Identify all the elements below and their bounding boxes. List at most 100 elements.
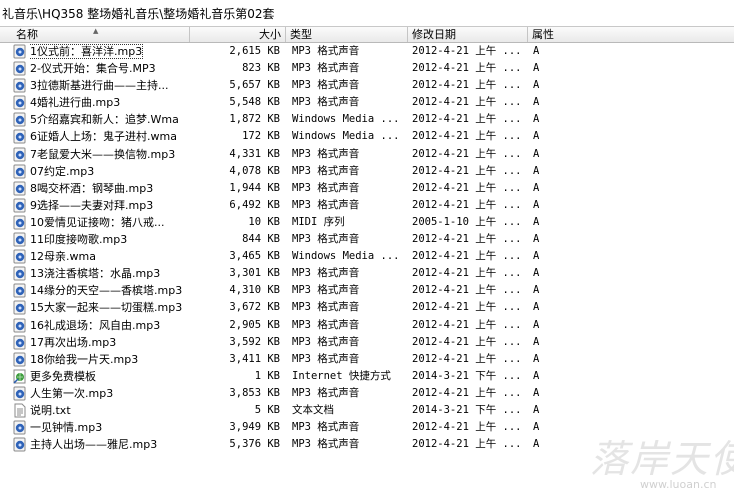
file-type-text: Internet 快捷方式 [292, 369, 391, 382]
file-row[interactable]: 10爱情见证接吻：猪八戒... 10 KB MIDI 序列 2005-1-10 上午 … [0, 214, 734, 231]
file-attr-text: A [533, 386, 540, 399]
file-type-text: MP3 格式声音 [292, 301, 360, 314]
file-type: MP3 格式声音 [292, 180, 404, 197]
file-row[interactable]: 07约定.mp3 4,078 KB MP3 格式声音 2012-4-21 上午 ...… [0, 163, 734, 180]
file-type: MP3 格式声音 [292, 351, 404, 368]
file-date-text: 2012-4-21 上午 ... [412, 62, 522, 75]
file-row[interactable]: 6证婚人上场：鬼子进村.wma 172 KB Windows Media ... 20… [0, 128, 734, 145]
audio-file-icon [13, 334, 29, 351]
file-size: 5,548 KB [190, 94, 280, 111]
file-size: 3,949 KB [190, 419, 280, 436]
file-attr: A [533, 60, 563, 77]
file-attr: A [533, 197, 563, 214]
file-row[interactable]: 4婚礼进行曲.mp3 5,548 KB MP3 格式声音 2012-4-21 上午 .… [0, 94, 734, 111]
file-date-text: 2014-3-21 下午 ... [412, 403, 522, 416]
file-row[interactable]: 人生第一次.mp3 3,853 KB MP3 格式声音 2012-4-21 上午 ..… [0, 385, 734, 402]
file-row[interactable]: 9选择——夫妻对拜.mp3 6,492 KB MP3 格式声音 2012-4-21 上… [0, 197, 734, 214]
file-date-text: 2012-4-21 上午 ... [412, 130, 522, 143]
watermark-text: 落岸天使 [590, 437, 734, 481]
file-size-text: 1,944 KB [229, 181, 280, 194]
file-size-text: 3,672 KB [229, 301, 280, 314]
file-row[interactable]: 8喝交杯酒：钢琴曲.mp3 1,944 KB MP3 格式声音 2012-4-21 上… [0, 180, 734, 197]
file-attr: A [533, 385, 563, 402]
file-size-text: 5,657 KB [229, 79, 280, 92]
audio-file-icon [13, 351, 29, 368]
file-date: 2012-4-21 上午 ... [412, 146, 524, 163]
audio-file-icon [13, 146, 29, 163]
column-date-header[interactable]: 修改日期 [408, 27, 528, 42]
file-row[interactable]: 18你给我一片天.mp3 3,411 KB MP3 格式声音 2012-4-21 上午… [0, 351, 734, 368]
file-attr-text: A [533, 130, 540, 143]
file-type: MP3 格式声音 [292, 436, 404, 453]
file-row[interactable]: 说明.txt 5 KB 文本文档 2014-3-21 下午 ... A [0, 402, 734, 419]
file-attr-text: A [533, 164, 540, 177]
file-row[interactable]: 13浇注香槟塔：水晶.mp3 3,301 KB MP3 格式声音 2012-4-21 … [0, 265, 734, 282]
file-row[interactable]: 12母亲.wma 3,465 KB Windows Media ... 2012-4-… [0, 248, 734, 265]
file-row[interactable]: 14缘分的天空——香槟塔.mp3 4,310 KB MP3 格式声音 2012-4-2… [0, 282, 734, 299]
column-attr-header[interactable]: 属性 [528, 27, 734, 42]
audio-file-icon [13, 248, 29, 265]
internet-shortcut-icon [13, 368, 29, 385]
file-attr-text: A [533, 318, 540, 331]
file-row[interactable]: 7老鼠爱大米——换信物.mp3 4,331 KB MP3 格式声音 2012-4-21… [0, 146, 734, 163]
column-date-label: 修改日期 [412, 28, 456, 41]
file-attr-text: A [533, 198, 540, 211]
file-date: 2012-4-21 上午 ... [412, 265, 524, 282]
file-name: 18你给我一片天.mp3 [30, 351, 190, 368]
file-attr-text: A [533, 79, 540, 92]
file-type: MP3 格式声音 [292, 163, 404, 180]
file-row[interactable]: 1仪式前：喜洋洋.mp3 2,615 KB MP3 格式声音 2012-4-21 上午… [0, 43, 734, 60]
file-row[interactable]: 11印度接吻歌.mp3 844 KB MP3 格式声音 2012-4-21 上午 ..… [0, 231, 734, 248]
file-size-text: 5,376 KB [229, 438, 280, 451]
file-date: 2012-4-21 上午 ... [412, 43, 524, 60]
file-date-text: 2012-4-21 上午 ... [412, 301, 522, 314]
file-attr-text: A [533, 403, 540, 416]
file-name: 5介绍嘉宾和新人：追梦.Wma [30, 111, 190, 128]
audio-file-icon [13, 214, 29, 231]
file-attr-text: A [533, 215, 540, 228]
file-date-text: 2012-4-21 上午 ... [412, 438, 522, 451]
address-path[interactable]: 礼音乐\HQ358 整场婚礼音乐\整场婚礼音乐第02套 [0, 0, 734, 27]
file-name-text: 14缘分的天空——香槟塔.mp3 [30, 284, 183, 298]
column-name-header[interactable]: 名称 ▲ [0, 27, 190, 42]
file-row[interactable]: 更多免费模板 1 KB Internet 快捷方式 2014-3-21 下午 ... A [0, 368, 734, 385]
file-date: 2012-4-21 上午 ... [412, 299, 524, 316]
file-date: 2012-4-21 上午 ... [412, 77, 524, 94]
file-type-text: MP3 格式声音 [292, 233, 360, 246]
file-size-text: 3,411 KB [229, 352, 280, 365]
file-row[interactable]: 16礼成退场：风自由.mp3 2,905 KB MP3 格式声音 2012-4-21 … [0, 317, 734, 334]
file-type-text: 文本文档 [292, 403, 334, 416]
file-name: 16礼成退场：风自由.mp3 [30, 317, 190, 334]
file-attr: A [533, 43, 563, 60]
file-date: 2014-3-21 下午 ... [412, 368, 524, 385]
file-row[interactable]: 3拉德斯基进行曲——主持... 5,657 KB MP3 格式声音 2012-4-21… [0, 77, 734, 94]
file-attr: A [533, 402, 563, 419]
file-name: 9选择——夫妻对拜.mp3 [30, 197, 190, 214]
file-attr: A [533, 231, 563, 248]
file-name-text: 4婚礼进行曲.mp3 [30, 96, 121, 110]
audio-file-icon [13, 128, 29, 145]
file-attr: A [533, 128, 563, 145]
file-date-text: 2012-4-21 上午 ... [412, 421, 522, 434]
file-attr: A [533, 299, 563, 316]
file-row[interactable]: 15大家一起来——切蛋糕.mp3 3,672 KB MP3 格式声音 2012-4-2… [0, 299, 734, 316]
file-name: 更多免费模板 [30, 368, 190, 385]
file-date: 2012-4-21 上午 ... [412, 436, 524, 453]
file-name-text: 10爱情见证接吻：猪八戒... [30, 215, 165, 229]
file-size: 1 KB [190, 368, 280, 385]
audio-file-icon [13, 60, 29, 77]
file-attr-text: A [533, 421, 540, 434]
column-size-header[interactable]: 大小 [190, 27, 286, 42]
file-attr-text: A [533, 62, 540, 75]
file-type: MP3 格式声音 [292, 282, 404, 299]
file-size: 5,657 KB [190, 77, 280, 94]
file-type-text: MP3 格式声音 [292, 79, 360, 92]
column-type-header[interactable]: 类型 [286, 27, 408, 42]
file-row[interactable]: 2-仪式开始：集合号.MP3 823 KB MP3 格式声音 2012-4-21 上午… [0, 60, 734, 77]
file-size-text: 3,301 KB [229, 267, 280, 280]
file-row[interactable]: 17再次出场.mp3 3,592 KB MP3 格式声音 2012-4-21 上午 .… [0, 334, 734, 351]
file-date-text: 2012-4-21 上午 ... [412, 267, 522, 280]
file-date: 2012-4-21 上午 ... [412, 334, 524, 351]
file-row[interactable]: 5介绍嘉宾和新人：追梦.Wma 1,872 KB Windows Media ...… [0, 111, 734, 128]
file-attr-text: A [533, 438, 540, 451]
